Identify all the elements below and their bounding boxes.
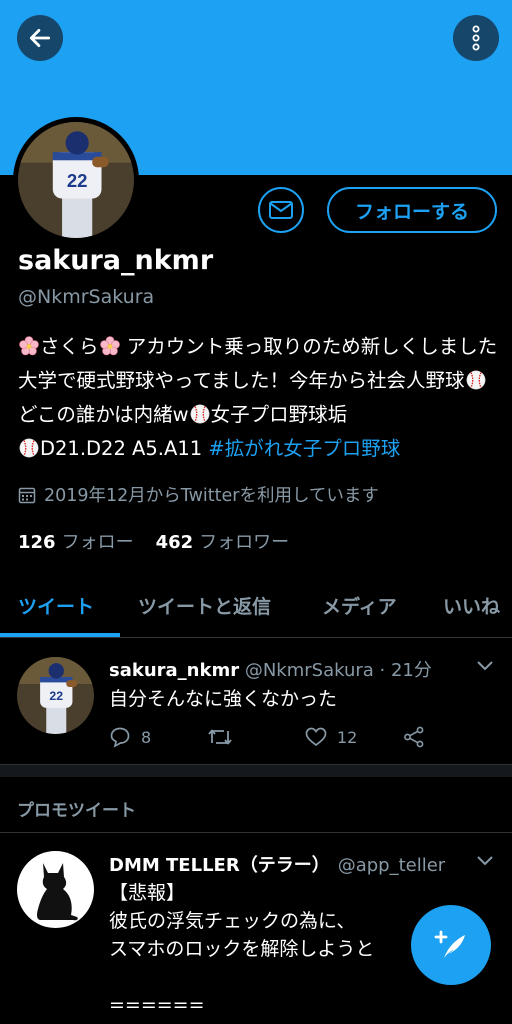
like-button[interactable]: 12 bbox=[305, 726, 403, 748]
followers-stat[interactable]: 462 フォロワー bbox=[156, 528, 290, 554]
following-count: 126 bbox=[18, 532, 56, 553]
more-options-button[interactable] bbox=[453, 15, 499, 61]
follow-stats: 126 フォロー 462 フォロワー bbox=[18, 528, 289, 554]
tweet-text: 自分そんなに強くなかった bbox=[109, 688, 338, 710]
compose-icon bbox=[434, 930, 465, 958]
back-button[interactable] bbox=[17, 15, 63, 61]
compose-tweet-button[interactable] bbox=[411, 905, 491, 985]
divider bbox=[0, 832, 512, 833]
tab-media[interactable]: メディア bbox=[322, 592, 397, 619]
like-icon bbox=[305, 727, 327, 747]
bio-text: どこの誰かは内緒w bbox=[18, 403, 189, 426]
more-vertical-icon bbox=[472, 25, 480, 51]
ad-author-name: DMM TELLER（テラー） bbox=[109, 855, 330, 876]
bio-text: さくら bbox=[40, 335, 99, 358]
like-count: 12 bbox=[337, 727, 358, 747]
followers-count: 462 bbox=[155, 532, 194, 553]
joined-date: 2019年12月からTwitterを利用しています bbox=[18, 482, 379, 507]
chevron-down-icon[interactable] bbox=[476, 855, 494, 867]
profile-bio: さくら アカウント乗っ取りのため新しくしました 大学で硬式野球やってました！今年… bbox=[18, 330, 498, 466]
bio-text: D21.D22 A5.A11 bbox=[40, 437, 209, 460]
section-separator bbox=[0, 765, 512, 777]
message-button[interactable] bbox=[258, 187, 304, 233]
tweet-actions: 8 12 bbox=[109, 726, 425, 748]
back-arrow-icon bbox=[29, 29, 51, 47]
reply-count: 8 bbox=[141, 727, 152, 747]
joined-text: 2019年12月からTwitterを利用しています bbox=[44, 486, 379, 506]
share-button[interactable] bbox=[403, 726, 425, 748]
sakura-icon bbox=[100, 336, 120, 356]
tab-likes[interactable]: いいね bbox=[443, 592, 500, 619]
display-name: sakura_nkmr bbox=[18, 245, 214, 276]
baseball-icon bbox=[19, 438, 39, 458]
followers-label: フォロワー bbox=[199, 532, 290, 553]
mail-icon bbox=[269, 201, 293, 219]
hashtag-link[interactable]: #拡がれ女子プロ野球 bbox=[208, 437, 400, 460]
profile-tabs: ツイート ツイートと返信 メディア いいね bbox=[0, 578, 512, 638]
profile-avatar[interactable] bbox=[13, 117, 139, 243]
ad-text: 【悲報】 彼氏の浮気チェックの為に、 スマホのロックを解除しようと ====== bbox=[109, 882, 375, 1016]
reply-icon bbox=[110, 727, 130, 748]
share-icon bbox=[404, 726, 424, 748]
reply-button[interactable]: 8 bbox=[109, 726, 207, 748]
active-tab-indicator bbox=[0, 633, 120, 637]
calendar-icon bbox=[18, 487, 36, 503]
tweet-meta: @NkmrSakura · 21分 bbox=[244, 660, 432, 681]
sakura-icon bbox=[19, 336, 39, 356]
profile-handle: @NkmrSakura bbox=[18, 286, 155, 308]
following-stat[interactable]: 126 フォロー bbox=[18, 528, 134, 554]
cat-icon bbox=[36, 862, 78, 920]
promoted-tweets-label: プロモツイート bbox=[17, 801, 136, 821]
ad-header: DMM TELLER（テラー） @app_teller bbox=[109, 851, 445, 877]
retweet-button[interactable] bbox=[207, 726, 305, 748]
tweet-author-name: sakura_nkmr bbox=[109, 660, 240, 681]
avatar[interactable] bbox=[17, 657, 94, 734]
bio-text: 女子プロ野球垢 bbox=[210, 403, 348, 426]
retweet-icon bbox=[208, 729, 232, 745]
following-label: フォロー bbox=[61, 532, 134, 553]
tweet[interactable]: sakura_nkmr @NkmrSakura · 21分 自分そんなに強くなか… bbox=[0, 640, 512, 765]
tweet-header: sakura_nkmr @NkmrSakura · 21分 bbox=[109, 656, 432, 682]
follow-button[interactable]: フォローする bbox=[327, 187, 497, 233]
ad-handle: @app_teller bbox=[337, 855, 446, 876]
tab-tweets-replies[interactable]: ツイートと返信 bbox=[138, 592, 271, 619]
baseball-icon bbox=[466, 370, 486, 390]
tab-tweets[interactable]: ツイート bbox=[18, 592, 94, 619]
chevron-down-icon[interactable] bbox=[476, 660, 494, 672]
avatar[interactable] bbox=[17, 851, 94, 928]
baseball-icon bbox=[190, 404, 210, 424]
